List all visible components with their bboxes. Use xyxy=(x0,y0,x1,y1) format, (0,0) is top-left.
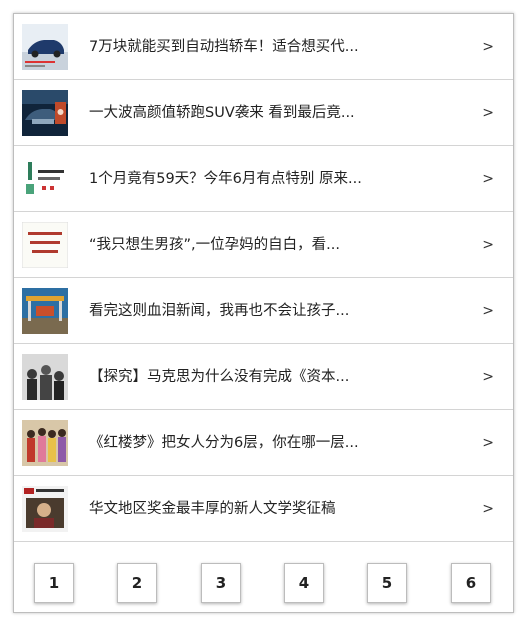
page-button-6[interactable]: 6 xyxy=(451,563,491,603)
car-photo-icon xyxy=(22,24,68,70)
chevron-right-icon: > xyxy=(482,435,494,451)
article-list: 7万块就能买到自动挡轿车！适合想买代... > 一大波高颜值轿跑SUV袭来 看到… xyxy=(14,14,513,542)
list-item[interactable]: 一大波高颜值轿跑SUV袭来 看到最后竟... > xyxy=(14,80,513,146)
page-button-5[interactable]: 5 xyxy=(367,563,407,603)
list-item[interactable]: 【探究】马克思为什么没有完成《资本... > xyxy=(14,344,513,410)
chevron-right-icon: > xyxy=(482,105,494,121)
pagination: 1 2 3 4 5 6 xyxy=(14,542,513,614)
article-title: “我只想生男孩”,一位孕妈的自白，看... xyxy=(89,237,340,253)
article-title: 一大波高颜值轿跑SUV袭来 看到最后竟... xyxy=(89,105,355,121)
page-button-3[interactable]: 3 xyxy=(201,563,241,603)
text-graphic-icon xyxy=(22,222,68,268)
article-title: 【探究】马克思为什么没有完成《资本... xyxy=(89,369,350,385)
chevron-right-icon: > xyxy=(482,39,494,55)
article-title: 看完这则血泪新闻，我再也不会让孩子... xyxy=(89,303,350,319)
page-button-1[interactable]: 1 xyxy=(34,563,74,603)
suv-photo-icon xyxy=(22,90,68,136)
chevron-right-icon: > xyxy=(482,237,494,253)
page-button-2[interactable]: 2 xyxy=(117,563,157,603)
chevron-right-icon: > xyxy=(482,369,494,385)
article-title: 华文地区奖金最丰厚的新人文学奖征稿 xyxy=(89,501,336,517)
article-title: 《红楼梦》把女人分为6层，你在哪一层... xyxy=(89,435,359,451)
drama-photo-icon xyxy=(22,420,68,466)
list-item[interactable]: 看完这则血泪新闻，我再也不会让孩子... > xyxy=(14,278,513,344)
page-button-4[interactable]: 4 xyxy=(284,563,324,603)
playground-photo-icon xyxy=(22,288,68,334)
list-item[interactable]: 1个月竟有59天？今年6月有点特别 原来... > xyxy=(14,146,513,212)
list-item[interactable]: 《红楼梦》把女人分为6层，你在哪一层... > xyxy=(14,410,513,476)
calendar-graphic-icon xyxy=(22,156,68,202)
chevron-right-icon: > xyxy=(482,171,494,187)
chevron-right-icon: > xyxy=(482,303,494,319)
article-list-panel: 7万块就能买到自动挡轿车！适合想买代... > 一大波高颜值轿跑SUV袭来 看到… xyxy=(13,13,514,613)
chevron-right-icon: > xyxy=(482,501,494,517)
list-item[interactable]: 华文地区奖金最丰厚的新人文学奖征稿 > xyxy=(14,476,513,542)
magazine-cover-icon xyxy=(22,486,68,532)
article-title: 7万块就能买到自动挡轿车！适合想买代... xyxy=(89,39,359,55)
list-item[interactable]: 7万块就能买到自动挡轿车！适合想买代... > xyxy=(14,14,513,80)
list-item[interactable]: “我只想生男孩”,一位孕妈的自白，看... > xyxy=(14,212,513,278)
article-title: 1个月竟有59天？今年6月有点特别 原来... xyxy=(89,171,362,187)
crowd-photo-icon xyxy=(22,354,68,400)
